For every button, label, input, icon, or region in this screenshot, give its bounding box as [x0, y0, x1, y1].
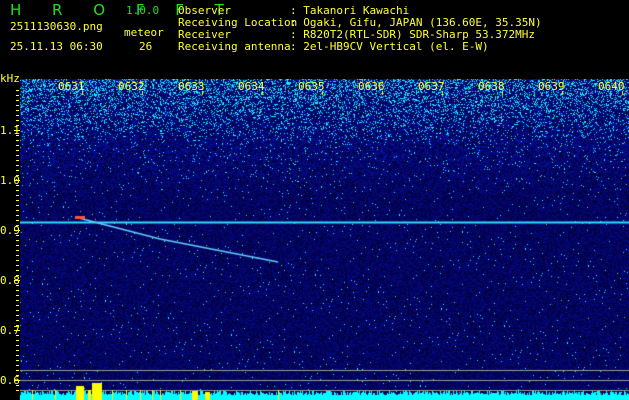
file-name: 2511130630.png	[10, 20, 103, 33]
x-tick-label: 0637	[418, 80, 445, 93]
info-value: : 2el-HB9CV Vertical (el. E-W)	[290, 40, 489, 53]
y-tick	[16, 165, 19, 166]
y-tick	[16, 100, 19, 101]
y-tick	[16, 270, 19, 271]
y-tick	[16, 375, 19, 376]
y-tick	[16, 360, 19, 361]
info-label: Receiving antenna	[178, 40, 291, 53]
app-version: 1.0.0	[126, 4, 160, 17]
y-tick	[16, 160, 19, 161]
x-tick-label: 0632	[118, 80, 145, 93]
y-tick	[16, 325, 19, 326]
y-tick	[16, 240, 19, 241]
x-tick-label: 0635	[298, 80, 325, 93]
y-tick	[16, 210, 19, 211]
y-tick	[16, 265, 19, 266]
x-tick-label: 0639	[538, 80, 565, 93]
y-tick	[16, 250, 19, 251]
y-tick	[16, 170, 19, 171]
y-tick	[16, 195, 19, 196]
y-tick	[16, 305, 19, 306]
y-tick	[16, 115, 19, 116]
y-tick	[16, 310, 19, 311]
y-tick	[16, 295, 19, 296]
x-tick-label: 0636	[358, 80, 385, 93]
y-tick	[16, 370, 19, 371]
y-tick	[16, 90, 19, 91]
y-tick	[16, 150, 19, 151]
y-tick	[16, 225, 19, 226]
y-tick	[16, 320, 19, 321]
y-tick	[16, 110, 19, 111]
y-tick	[16, 175, 19, 176]
y-tick	[16, 300, 19, 301]
x-tick-label: 0640	[598, 80, 625, 93]
x-tick-label: 0633	[178, 80, 205, 93]
y-tick	[16, 140, 19, 141]
y-tick	[16, 385, 19, 386]
x-tick-label: 0634	[238, 80, 265, 93]
y-tick	[16, 335, 19, 336]
y-tick	[16, 355, 19, 356]
y-tick	[16, 220, 19, 221]
y-tick	[16, 200, 19, 201]
meteor-count: 26	[139, 40, 153, 53]
y-tick	[16, 120, 19, 121]
x-tick-label: 0638	[478, 80, 505, 93]
y-tick	[16, 365, 19, 366]
y-tick	[16, 155, 19, 156]
y-tick	[16, 215, 19, 216]
y-tick	[16, 245, 19, 246]
y-tick	[16, 125, 19, 126]
y-tick	[16, 235, 19, 236]
y-tick	[16, 205, 19, 206]
y-tick	[16, 340, 19, 341]
y-tick	[16, 390, 19, 391]
y-tick	[16, 145, 19, 146]
y-tick	[16, 285, 19, 286]
y-tick	[16, 190, 19, 191]
y-tick	[16, 315, 19, 316]
y-tick	[16, 275, 19, 276]
meteor-label: meteor	[124, 26, 164, 39]
y-tick	[16, 260, 19, 261]
y-tick	[16, 345, 19, 346]
y-tick	[16, 105, 19, 106]
y-tick	[16, 350, 19, 351]
spectrogram	[20, 79, 629, 400]
y-tick	[16, 255, 19, 256]
y-tick	[16, 95, 19, 96]
file-datetime: 25.11.13 06:30	[10, 40, 103, 53]
y-tick	[16, 185, 19, 186]
x-tick-label: 0631	[58, 80, 85, 93]
y-tick	[16, 135, 19, 136]
y-axis-unit: kHz	[0, 72, 20, 85]
y-tick	[16, 290, 19, 291]
